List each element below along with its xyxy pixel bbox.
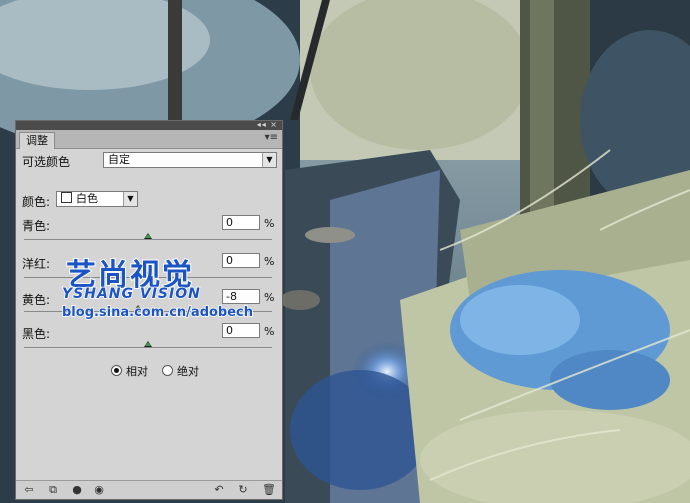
panel-bottom-toolbar: ⇦ ⧉ ● ◉ ↶ ↻ 🗑: [16, 480, 282, 499]
value-input-black[interactable]: 0: [222, 323, 260, 338]
radio-absolute-indicator[interactable]: [162, 365, 173, 376]
chevron-down-icon: ▼: [262, 153, 276, 167]
color-value: 白色: [76, 192, 98, 205]
unit-cyan: %: [264, 217, 275, 230]
collapse-close-buttons[interactable]: ◂◂ ×: [257, 120, 278, 129]
slider-label-yellow: 黄色:: [22, 293, 51, 307]
back-arrow-icon[interactable]: ⇦: [22, 483, 36, 496]
slider-label-cyan: 青色:: [22, 219, 51, 233]
radio-relative-label[interactable]: 相对: [126, 365, 148, 378]
chevron-down-icon: ▼: [123, 192, 137, 206]
radio-absolute-label[interactable]: 绝对: [177, 365, 199, 378]
unit-yellow: %: [264, 291, 275, 304]
watermark-subtitle: YSHANG VISION: [61, 285, 201, 303]
eye-icon[interactable]: ◉: [92, 483, 106, 496]
color-label: 颜色:: [22, 195, 51, 209]
panel-tab-row: 调整 ▾≡: [16, 130, 282, 149]
unit-black: %: [264, 325, 275, 338]
panel-title-bar[interactable]: ◂◂ ×: [16, 120, 282, 130]
radio-relative-indicator[interactable]: [111, 365, 122, 376]
slider-thumb-black[interactable]: [144, 341, 152, 347]
value-input-magenta[interactable]: 0: [222, 253, 260, 268]
toggle-visibility-icon[interactable]: ●: [70, 483, 84, 496]
value-input-cyan[interactable]: 0: [222, 215, 260, 230]
preset-dropdown[interactable]: 自定 ▼: [103, 152, 277, 168]
color-swatch: [61, 192, 72, 203]
tab-adjustments[interactable]: 调整: [19, 132, 55, 149]
reset-icon[interactable]: ↻: [236, 483, 250, 496]
preset-label: 可选颜色: [22, 155, 71, 169]
unit-magenta: %: [264, 255, 275, 268]
slider-track-cyan[interactable]: [24, 239, 272, 240]
slider-track-black[interactable]: [24, 347, 272, 348]
previous-state-icon[interactable]: ↶: [212, 483, 226, 496]
watermark-url: blog.sina.com.cn/adobech: [61, 304, 254, 321]
clip-layer-icon[interactable]: ⧉: [46, 483, 60, 497]
trash-icon[interactable]: 🗑: [262, 483, 276, 496]
preset-value: 自定: [108, 153, 130, 166]
value-input-yellow[interactable]: -8: [222, 289, 260, 304]
method-radio-group: 相对 绝对: [111, 363, 199, 379]
slider-label-black: 黑色:: [22, 327, 51, 341]
color-dropdown[interactable]: 白色 ▼: [56, 191, 138, 207]
slider-thumb-cyan[interactable]: [144, 233, 152, 239]
radio-absolute[interactable]: 绝对: [162, 365, 199, 378]
panel-menu-icon[interactable]: ▾≡: [265, 132, 278, 143]
radio-relative[interactable]: 相对: [111, 365, 148, 378]
slider-label-magenta: 洋红:: [22, 257, 51, 271]
